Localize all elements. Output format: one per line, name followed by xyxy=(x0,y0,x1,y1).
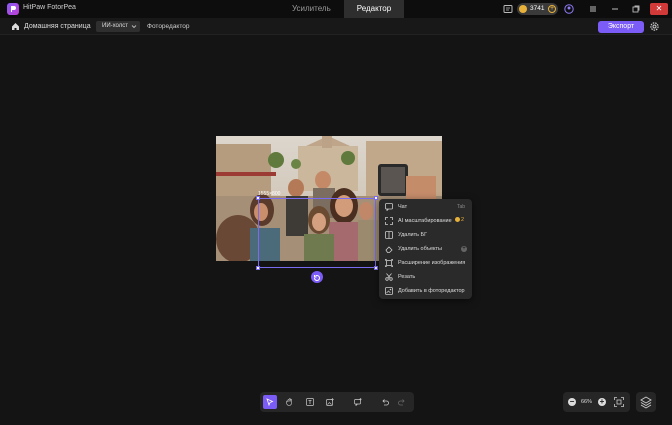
menu-item-label: Расширение изображения xyxy=(398,260,466,266)
redo-icon xyxy=(398,399,405,406)
app-logo-icon xyxy=(7,3,19,15)
top-nav: Усилитель Редактор xyxy=(279,0,405,18)
scissors-icon xyxy=(385,273,393,281)
text-tool-button[interactable] xyxy=(303,395,317,409)
add-image-icon xyxy=(385,287,393,295)
refresh-icon xyxy=(314,275,320,281)
hand-tool-button[interactable] xyxy=(283,395,297,409)
resize-handle-tl[interactable] xyxy=(256,196,260,200)
credits-badge[interactable]: 3741 + xyxy=(517,3,558,15)
undo-button[interactable] xyxy=(378,395,392,409)
coin-icon xyxy=(519,5,527,13)
menu-item-label: AI масштабирование xyxy=(398,218,452,224)
plus-icon: + xyxy=(461,246,467,252)
refresh-selection-button[interactable] xyxy=(311,271,323,283)
home-icon[interactable] xyxy=(11,22,20,31)
image-add-icon xyxy=(326,398,334,406)
shortcut-label: Tab xyxy=(456,204,465,210)
app-name: HitPaw FotorPea xyxy=(23,4,76,11)
select-tool-button[interactable] xyxy=(263,395,277,409)
expand-icon xyxy=(385,217,393,225)
cursor-icon xyxy=(266,398,274,406)
menu-icon[interactable] xyxy=(588,4,598,14)
menu-item-ai-upscale[interactable]: AI масштабирование 2 xyxy=(379,214,472,228)
breadcrumb: Фоторедактор xyxy=(147,23,190,30)
menu-item-image-extend[interactable]: Расширение изображения xyxy=(379,256,472,270)
minimize-icon[interactable] xyxy=(610,4,620,14)
bottom-toolbar xyxy=(260,392,414,412)
home-link[interactable]: Домашняя страница xyxy=(24,23,91,30)
eraser-icon xyxy=(385,246,393,253)
chevron-down-icon xyxy=(131,25,137,29)
menu-item-add-to-editor[interactable]: Добавить в фоторедактор xyxy=(379,284,472,298)
zoom-in-button[interactable]: + xyxy=(598,398,606,406)
menu-item-label: Добавить в фоторедактор xyxy=(398,288,465,294)
message-icon[interactable] xyxy=(503,4,513,14)
title-bar: HitPaw FotorPea Усилитель Редактор 3741 … xyxy=(0,0,672,18)
tab-editor[interactable]: Редактор xyxy=(343,0,405,18)
remove-bg-icon xyxy=(385,231,393,239)
coin-icon xyxy=(455,217,460,223)
menu-item-label: Удалить объекты xyxy=(398,246,442,252)
mode-select[interactable]: ИИ-холст xyxy=(96,21,140,32)
menu-item-remove-objects[interactable]: Удалить объекты + xyxy=(379,242,472,256)
undo-icon xyxy=(382,399,389,406)
mode-label: ИИ-холст xyxy=(102,23,129,29)
restore-icon[interactable] xyxy=(631,4,641,14)
layers-icon xyxy=(640,396,652,409)
fit-screen-icon[interactable] xyxy=(614,397,624,407)
close-window-button[interactable]: ✕ xyxy=(650,3,668,15)
context-menu: Чат Tab AI масштабирование 2 Удалить БГ … xyxy=(379,199,472,299)
chat-icon xyxy=(385,203,393,211)
hand-icon xyxy=(286,398,292,406)
zoom-controls: − 66% + xyxy=(563,392,630,412)
zoom-out-button[interactable]: − xyxy=(568,398,576,406)
resize-handle-br[interactable] xyxy=(374,266,378,270)
menu-item-label: Резать xyxy=(398,274,416,280)
menu-item-label: Чат xyxy=(398,204,408,210)
tab-enhancer[interactable]: Усилитель xyxy=(279,0,344,18)
zoom-level: 66% xyxy=(581,399,593,405)
resize-handle-tr[interactable] xyxy=(374,196,378,200)
menu-item-cut[interactable]: Резать xyxy=(379,270,472,284)
text-icon xyxy=(306,398,314,406)
gear-icon[interactable] xyxy=(649,21,660,32)
user-avatar-icon[interactable] xyxy=(564,4,574,14)
selection-box[interactable] xyxy=(256,196,378,270)
chat-tool-button[interactable] xyxy=(351,395,365,409)
menu-item-remove-bg[interactable]: Удалить БГ xyxy=(379,228,472,242)
credit-cost-badge: 2 xyxy=(455,217,464,223)
layers-button[interactable] xyxy=(636,392,656,412)
credit-cost-value: 2 xyxy=(461,217,465,223)
image-extend-icon xyxy=(385,259,393,267)
selection-size-label: 1555×800 xyxy=(258,191,281,197)
image-tool-button[interactable] xyxy=(323,395,337,409)
add-credits-icon[interactable]: + xyxy=(548,5,556,13)
resize-handle-bl[interactable] xyxy=(256,266,260,270)
chat-add-icon xyxy=(354,398,362,406)
redo-button[interactable] xyxy=(395,395,409,409)
credits-value: 3741 xyxy=(530,5,545,12)
sub-toolbar: Домашняя страница ИИ-холст Фоторедактор … xyxy=(0,18,672,35)
menu-item-label: Удалить БГ xyxy=(398,232,428,238)
menu-item-chat[interactable]: Чат Tab xyxy=(379,200,472,214)
export-button[interactable]: Экспорт xyxy=(598,21,644,33)
